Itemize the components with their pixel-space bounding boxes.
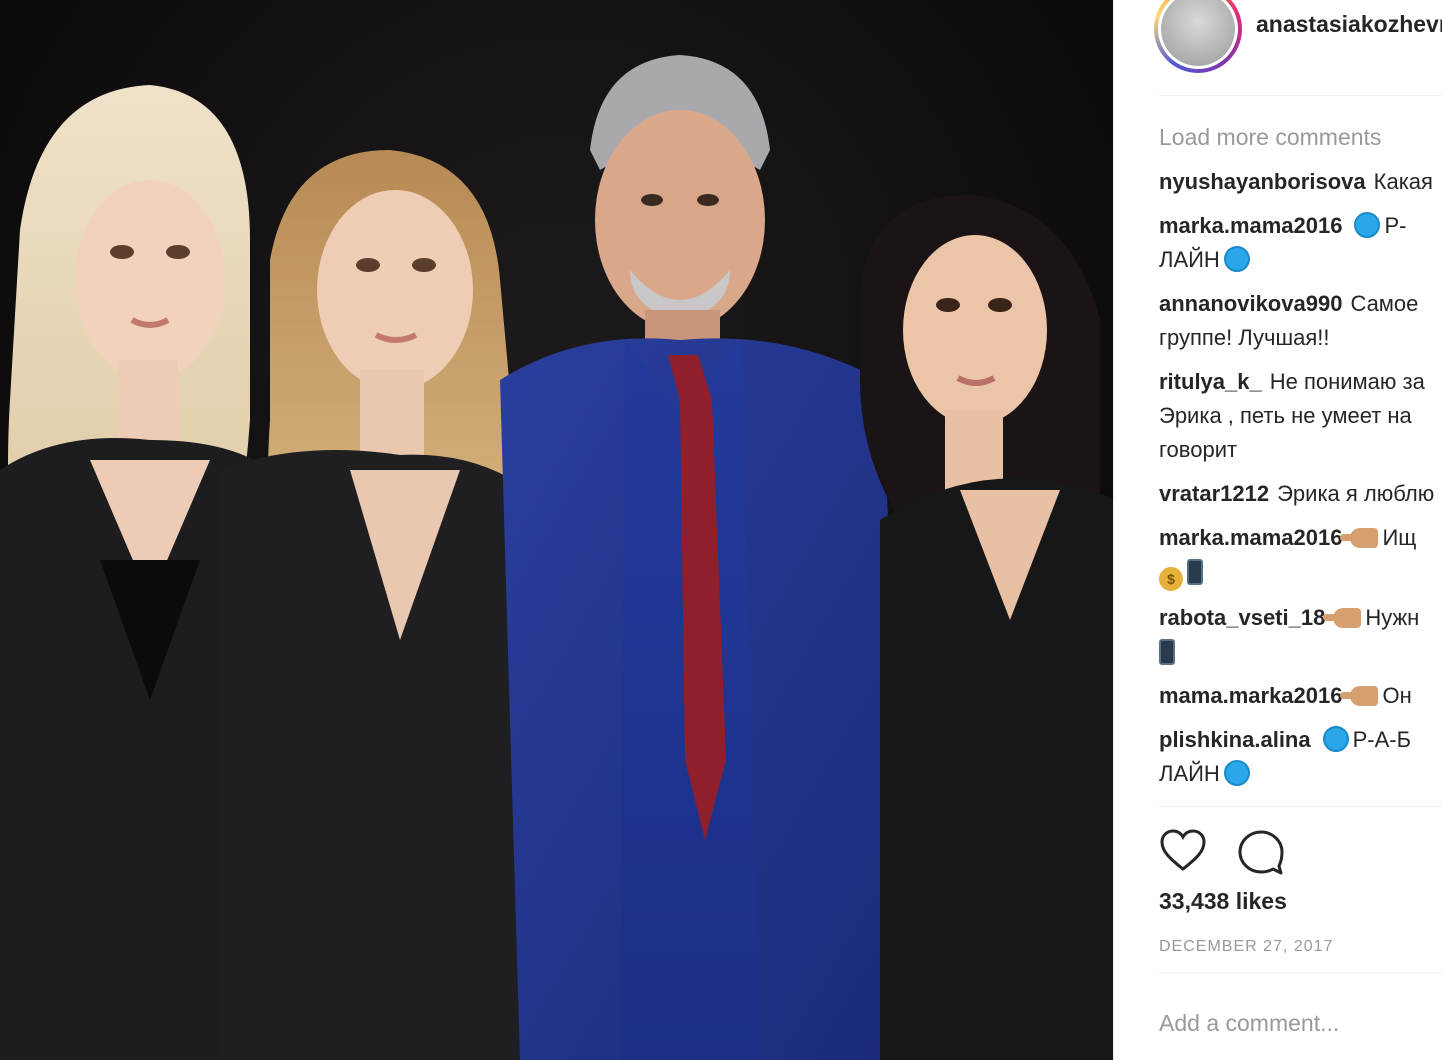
comment-text-continued: ЛАЙН — [1159, 761, 1220, 786]
comment-item: marka.mama2016 Р- ЛАЙН — [1159, 209, 1442, 277]
header-divider — [1159, 95, 1442, 96]
actions-divider — [1159, 806, 1442, 807]
comment-text-continued: Эрика , петь не умеет на — [1159, 403, 1412, 428]
comment-text: Р- — [1384, 213, 1407, 238]
likes-count[interactable]: 33,438 likes — [1159, 888, 1287, 915]
comment-username[interactable]: marka.mama2016 — [1159, 213, 1342, 238]
comment-item: annanovikova990 Самое группе! Лучшая!! — [1159, 287, 1442, 355]
comment-item: rabota_vseti_18 Нужн — [1159, 601, 1442, 669]
comment-text: Самое — [1350, 291, 1419, 316]
comment-text: Какая — [1373, 169, 1433, 194]
comment-item: vratar1212 Эрика я люблю — [1159, 477, 1442, 511]
mobile-phone-icon — [1159, 639, 1175, 665]
blue-circle-icon — [1223, 246, 1250, 272]
post-photo[interactable] — [0, 0, 1113, 1060]
post-date: DECEMBER 27, 2017 — [1159, 938, 1334, 955]
comment-item: marka.mama2016 Ищ $ — [1159, 521, 1442, 591]
comment-item: nyushayanborisova Какая — [1159, 165, 1442, 199]
blue-circle-icon — [1223, 760, 1250, 786]
comment-username[interactable]: mama.marka2016 — [1159, 683, 1342, 708]
comment-item: mama.marka2016 Он — [1159, 679, 1442, 713]
comment-text: Не понимаю за — [1269, 369, 1425, 394]
comment-text-continued: ЛАЙН — [1159, 247, 1220, 272]
comment-item: ritulya_k_ Не понимаю за Эрика , петь не … — [1159, 365, 1442, 467]
post-actions — [1159, 828, 1285, 876]
comment-username[interactable]: plishkina.alina — [1159, 727, 1311, 752]
pointing-hand-icon — [1340, 686, 1379, 706]
comment-text: Он — [1382, 683, 1412, 708]
blue-circle-icon — [1354, 212, 1381, 238]
pointing-hand-icon — [1340, 528, 1379, 548]
comments-list: Load more comments nyushayanborisova Кака… — [1159, 116, 1442, 801]
photo-illustration — [0, 0, 1113, 1060]
comment-username[interactable]: annanovikova990 — [1159, 291, 1342, 316]
comment-username[interactable]: nyushayanborisova — [1159, 169, 1366, 194]
comment-text: Ищ — [1382, 525, 1417, 550]
comment-username[interactable]: rabota_vseti_18 — [1159, 605, 1325, 630]
blue-circle-icon — [1322, 726, 1349, 752]
comment-username[interactable]: ritulya_k_ — [1159, 369, 1262, 394]
comment-text-continued: группе! Лучшая!! — [1159, 325, 1330, 350]
post-side-panel: anastasiakozhevnikova Load more comments… — [1113, 0, 1442, 1060]
comment-input-divider — [1159, 972, 1442, 973]
comment-bubble-icon[interactable] — [1237, 828, 1285, 876]
comment-text-continued: говорит — [1159, 437, 1238, 462]
mobile-phone-icon — [1187, 559, 1203, 585]
person-4 — [860, 195, 1113, 1060]
profile-avatar[interactable] — [1154, 0, 1242, 73]
post-header: anastasiakozhevnikova — [1154, 0, 1442, 95]
comment-text: Эрика я люблю — [1277, 481, 1435, 506]
pointing-hand-icon — [1323, 608, 1362, 628]
comment-text: Р-А-Б — [1352, 727, 1412, 752]
load-more-comments-button[interactable]: Load more comments — [1159, 124, 1442, 151]
instagram-post: anastasiakozhevnikova Load more comments… — [0, 0, 1442, 1060]
money-bag-icon: $ — [1159, 567, 1183, 591]
comment-item: plishkina.alina Р-А-Б ЛАЙН — [1159, 723, 1442, 791]
comment-username[interactable]: marka.mama2016 — [1159, 525, 1342, 550]
avatar-image — [1161, 0, 1235, 66]
comment-username[interactable]: vratar1212 — [1159, 481, 1269, 506]
heart-icon[interactable] — [1159, 828, 1207, 872]
username-link[interactable]: anastasiakozhevnikova — [1256, 11, 1442, 38]
add-comment-input[interactable]: Add a comment... — [1159, 1010, 1339, 1037]
comment-text: Нужн — [1365, 605, 1420, 630]
